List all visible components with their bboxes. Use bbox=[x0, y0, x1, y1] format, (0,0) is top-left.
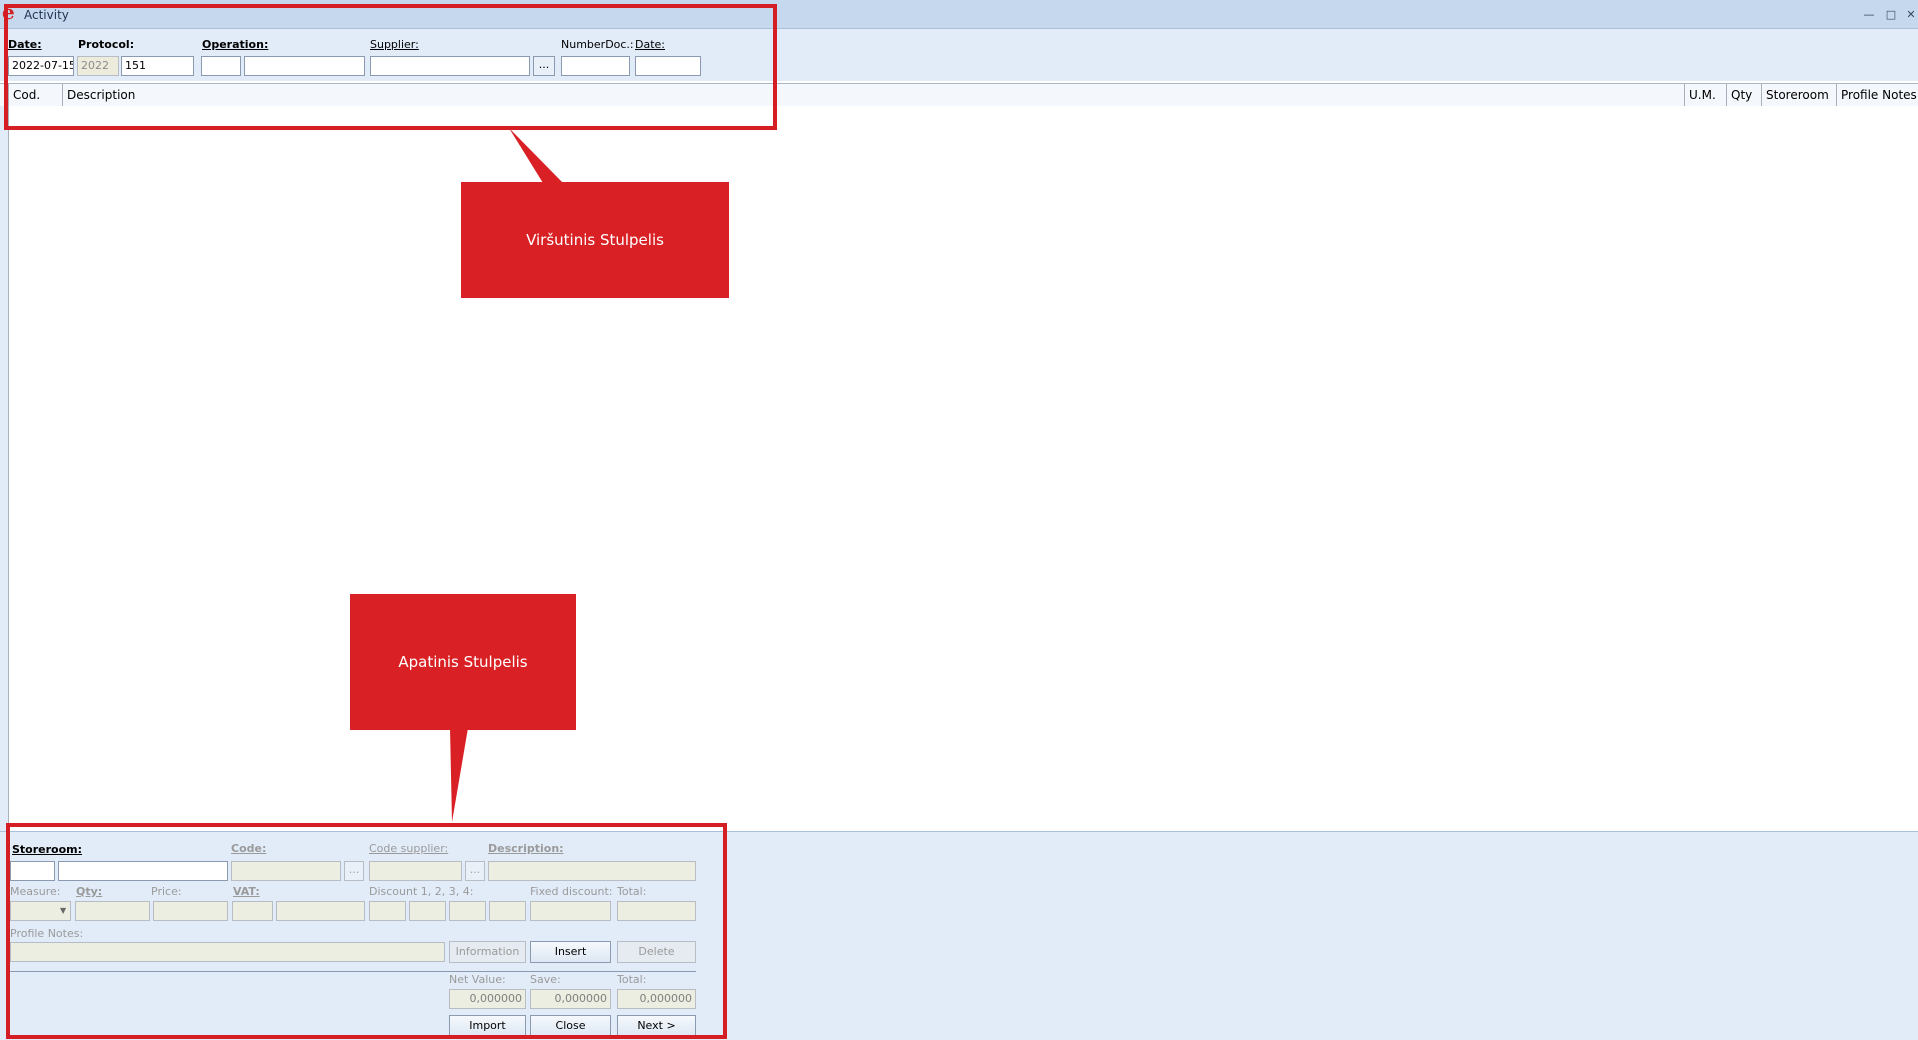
minimize-icon[interactable]: — bbox=[1862, 9, 1876, 21]
bottom-callout: Apatinis Stulpelis bbox=[350, 594, 576, 730]
top-section-highlight bbox=[4, 4, 777, 130]
grid-body[interactable] bbox=[8, 106, 1918, 831]
column-header-profile-notes[interactable]: Profile Notes bbox=[1836, 84, 1918, 106]
column-header-um[interactable]: U.M. bbox=[1684, 84, 1726, 106]
bottom-section-highlight bbox=[6, 823, 727, 1039]
close-icon[interactable]: ✕ bbox=[1904, 9, 1918, 21]
top-callout: Viršutinis Stulpelis bbox=[461, 182, 729, 298]
top-callout-tail bbox=[509, 128, 563, 183]
maximize-icon[interactable]: □ bbox=[1884, 9, 1898, 21]
bottom-callout-tail bbox=[450, 728, 468, 822]
grid-left-strip bbox=[0, 106, 8, 831]
column-header-storeroom[interactable]: Storeroom bbox=[1761, 84, 1836, 106]
column-header-qty[interactable]: Qty bbox=[1726, 84, 1761, 106]
